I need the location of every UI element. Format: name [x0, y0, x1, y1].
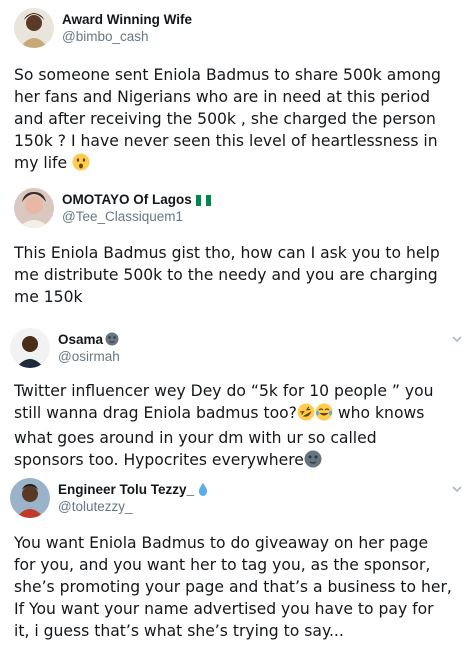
- tweet-line: If You want your name advertised you hav…: [14, 600, 434, 618]
- display-name[interactable]: Award Winning Wife: [62, 12, 192, 27]
- new-moon-face-icon: [105, 332, 119, 349]
- chevron-down-icon[interactable]: [452, 484, 462, 494]
- tweet-line: You want Eniola Badmus to do giveaway on…: [14, 534, 429, 552]
- display-name[interactable]: OMOTAYO Of Lagos: [62, 192, 211, 209]
- tweet-text: Twitter influencer wey Dey do “5k for 10…: [14, 380, 466, 474]
- tweet-text: So someone sent Eniola Badmus to share 5…: [14, 64, 466, 177]
- avatar[interactable]: [14, 188, 54, 228]
- tweet-line: and after receiving the 500k , she charg…: [14, 110, 436, 128]
- avatar[interactable]: [10, 328, 50, 368]
- chevron-down-icon[interactable]: [452, 334, 462, 344]
- tweet-line: what goes around in your dm with ur so c…: [14, 429, 377, 447]
- tears-of-joy-icon: [315, 403, 333, 427]
- avatar[interactable]: [10, 478, 50, 518]
- tweet-line: me distribute 500k to the needy and you …: [14, 266, 438, 284]
- tweet-2: OMOTAYO Of Lagos @Tee_Classiquem1 This E…: [0, 180, 472, 330]
- tweet-text: You want Eniola Badmus to do giveaway on…: [14, 532, 466, 642]
- droplet-icon: [198, 483, 208, 499]
- handle[interactable]: @osirmah: [58, 349, 120, 364]
- display-name[interactable]: Osama: [58, 332, 119, 349]
- handle[interactable]: @tolutezzy_: [58, 499, 133, 514]
- tweet-line: she’s promoting your page and that’s a b…: [14, 578, 452, 596]
- display-name[interactable]: Engineer Tolu Tezzy_: [58, 482, 208, 499]
- tweet-line: So someone sent Eniola Badmus to share 5…: [14, 66, 441, 84]
- tweet-line: This Eniola Badmus gist tho, how can I a…: [14, 244, 440, 262]
- tweet-3: Osama @osirmah Twitter influencer wey De…: [0, 320, 472, 480]
- tweet-line: who knows: [332, 404, 425, 422]
- rolling-on-floor-laughing-icon: [297, 403, 315, 427]
- tweet-line: it, i guess that’s what she’s trying to …: [14, 622, 344, 640]
- handle[interactable]: @Tee_Classiquem1: [62, 209, 183, 224]
- tweet-line: my life: [14, 154, 68, 172]
- astonished-face-icon: [72, 153, 90, 177]
- tweet-line: sponsors too. Hypocrites everywhere: [14, 451, 304, 469]
- tweet-text: This Eniola Badmus gist tho, how can I a…: [14, 242, 466, 308]
- tweet-1: Award Winning Wife @bimbo_cash So someon…: [0, 0, 472, 190]
- tweet-line: her fans and Nigerians who are in need a…: [14, 88, 431, 106]
- handle[interactable]: @bimbo_cash: [62, 29, 149, 44]
- tweet-line: me 150k: [14, 288, 83, 306]
- tweet-line: Twitter influencer wey Dey do “5k for 10…: [14, 382, 434, 400]
- tweet-line: for you, and you want her to tag you, as…: [14, 556, 431, 574]
- tweet-line: still wanna drag Eniola badmus too?: [14, 404, 297, 422]
- avatar[interactable]: [14, 8, 54, 48]
- tweet-4: Engineer Tolu Tezzy_ @tolutezzy_ You wan…: [0, 470, 472, 664]
- nigeria-flag-icon: [195, 194, 211, 209]
- tweet-line: 150k ? I have never seen this level of h…: [14, 132, 438, 150]
